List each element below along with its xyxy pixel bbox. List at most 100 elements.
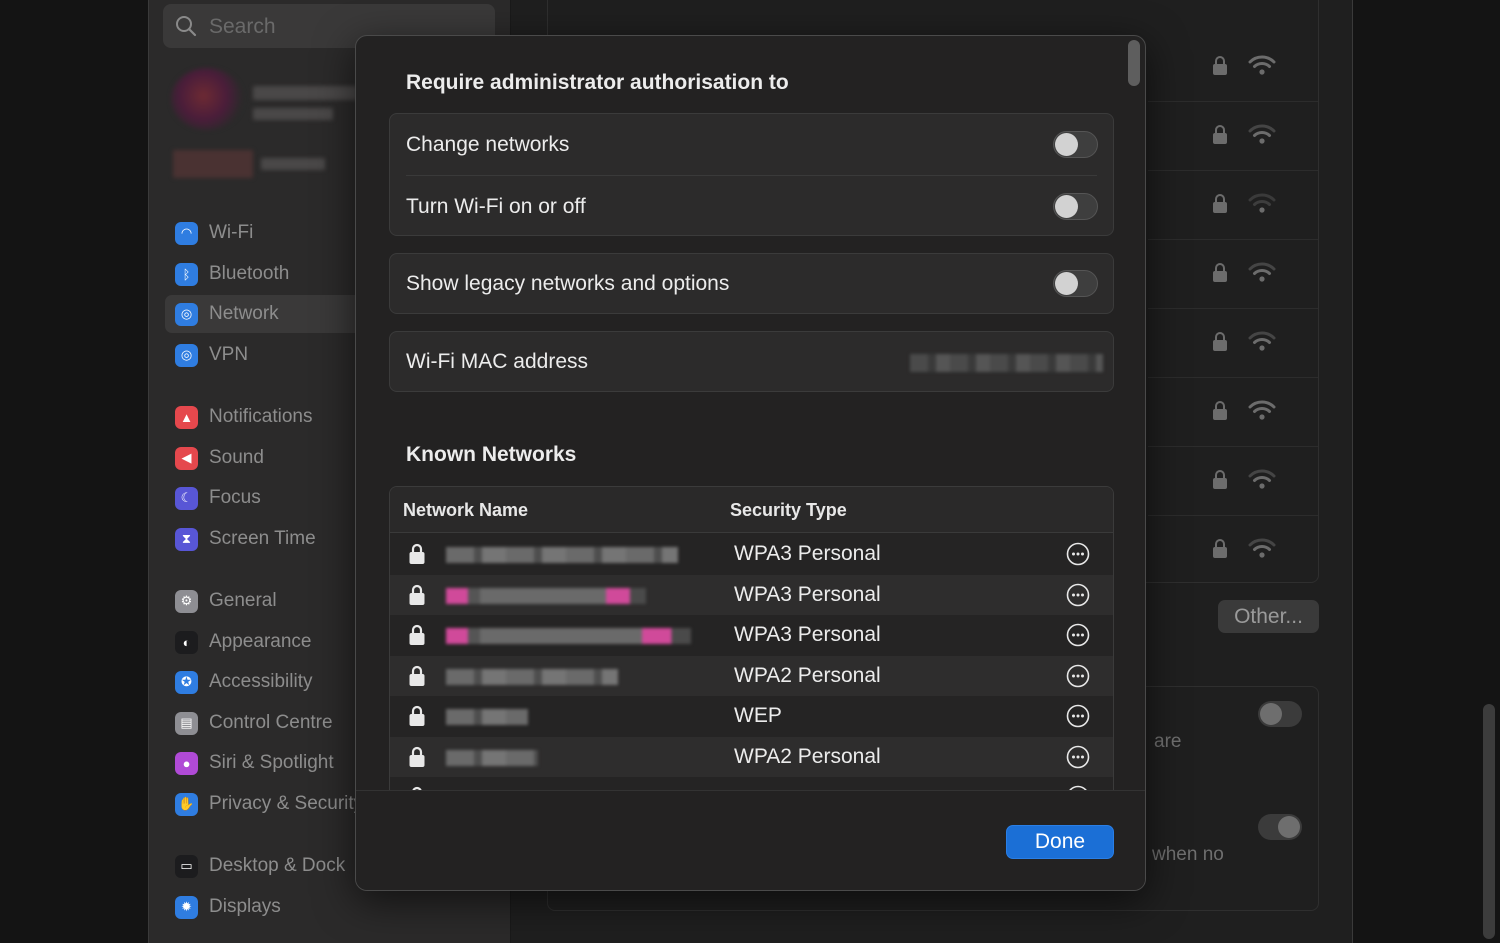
lock-icon [408, 746, 426, 768]
wifi-toggle-row: Turn Wi-Fi on or off [390, 176, 1113, 237]
more-options-icon[interactable] [1066, 542, 1090, 566]
sidebar-item-label: Notifications [209, 406, 313, 427]
divider [1148, 308, 1318, 309]
network-name-redacted [446, 628, 691, 644]
wifi-signal-icon [1248, 261, 1276, 283]
divider [1148, 239, 1318, 240]
lock-icon [1212, 469, 1228, 489]
lock-icon [1212, 262, 1228, 282]
mac-address-redacted [910, 354, 1103, 372]
globe-icon: ◎ [175, 302, 198, 326]
wifi-on-off-label: Turn Wi-Fi on or off [406, 194, 586, 218]
hand-icon: ✋ [175, 792, 198, 816]
divider [1148, 446, 1318, 447]
sidebar-item-label: Focus [209, 487, 261, 508]
known-networks-table: Network Name Security Type WPA3 Personal… [389, 486, 1114, 806]
sidebar-item-label: Bluetooth [209, 263, 290, 284]
legacy-group: Show legacy networks and options [389, 253, 1114, 314]
change-networks-label: Change networks [406, 132, 570, 156]
sheet-title: Require administrator authorisation to [406, 71, 789, 94]
table-header: Network Name Security Type [390, 487, 1113, 533]
siri-icon: ● [175, 751, 198, 775]
search-input[interactable]: Search [209, 15, 276, 39]
sidebar-item-label: Control Centre [209, 712, 333, 733]
table-row[interactable]: WPA2 Personal [390, 736, 1113, 777]
wifi-signal-icon [1248, 537, 1276, 559]
sidebar-item-label: Privacy & Security [209, 793, 364, 814]
avatar[interactable] [171, 68, 243, 130]
sidebar-item-label: Siri & Spotlight [209, 752, 334, 773]
sidebar-item-label: General [209, 590, 277, 611]
table-row[interactable]: WPA2 Personal [390, 655, 1113, 696]
divider [1148, 515, 1318, 516]
network-name-redacted [446, 709, 528, 725]
sheet-scrollbar[interactable] [1128, 40, 1140, 86]
network-name-redacted [446, 547, 678, 563]
security-type: WPA3 Personal [734, 623, 881, 646]
divider [1148, 377, 1318, 378]
legacy-row: Show legacy networks and options [390, 254, 1113, 313]
sidebar-item-displays[interactable]: ✹ Displays [165, 888, 495, 926]
more-options-icon[interactable] [1066, 664, 1090, 688]
network-row-icons [1212, 54, 1276, 76]
wifi-signal-icon [1248, 330, 1276, 352]
known-networks-title: Known Networks [406, 443, 577, 466]
network-name-redacted [446, 587, 646, 604]
bluetooth-icon: ᛒ [175, 262, 198, 286]
column-security-type[interactable]: Security Type [730, 500, 847, 521]
background-toggle-2[interactable] [1258, 814, 1302, 840]
divider [1148, 101, 1318, 102]
done-button[interactable]: Done [1006, 825, 1114, 859]
wifi-signal-icon [1248, 54, 1276, 76]
security-type: WPA3 Personal [734, 542, 881, 565]
more-options-icon[interactable] [1066, 704, 1090, 728]
sun-icon: ✹ [175, 895, 198, 919]
globe-icon: ◎ [175, 343, 198, 367]
column-network-name[interactable]: Network Name [403, 500, 528, 521]
sidebar-item-label: Displays [209, 896, 281, 917]
table-row[interactable]: WPA3 Personal [390, 615, 1113, 655]
network-row-icons [1212, 123, 1276, 145]
sidebar-item-label: VPN [209, 344, 249, 365]
more-options-icon[interactable] [1066, 583, 1090, 607]
advanced-sheet: Require administrator authorisation to C… [355, 35, 1146, 891]
family-icons-redacted [173, 150, 253, 178]
table-row[interactable]: WEP [390, 696, 1113, 736]
sheet-footer: Done [356, 790, 1145, 890]
network-row-icons [1212, 468, 1276, 490]
change-networks-toggle[interactable] [1053, 131, 1098, 158]
family-label-redacted [261, 158, 325, 170]
sidebar-item-label: Sound [209, 447, 264, 468]
wifi-signal-icon [1248, 192, 1276, 214]
speaker-icon: ◀ [175, 446, 198, 470]
more-options-icon[interactable] [1066, 745, 1090, 769]
hourglass-icon: ⧗ [175, 527, 198, 551]
sidebar-item-label: Network [209, 303, 279, 324]
lock-icon [408, 665, 426, 687]
appearance-icon: ◐ [175, 630, 198, 654]
sidebar-item-label: Screen Time [209, 528, 316, 549]
security-type: WPA2 Personal [734, 663, 881, 687]
security-type: WPA2 Personal [734, 744, 881, 768]
more-options-icon[interactable] [1066, 623, 1090, 647]
background-toggle-1[interactable] [1258, 701, 1302, 727]
table-row[interactable]: WPA3 Personal [390, 574, 1113, 615]
auth-group: Change networks Turn Wi-Fi on or off [389, 113, 1114, 236]
legacy-toggle[interactable] [1053, 270, 1098, 297]
lock-icon [408, 543, 426, 565]
sidebar-item-label: Appearance [209, 631, 312, 652]
search-icon [176, 16, 197, 37]
bell-icon: ▲ [175, 405, 198, 429]
wifi-on-off-toggle[interactable] [1053, 193, 1098, 220]
background-text-2: when no [1152, 844, 1224, 865]
other-network-button[interactable]: Other... [1218, 600, 1319, 633]
control-centre-icon: ▤ [175, 711, 198, 735]
table-row[interactable]: WPA3 Personal [390, 534, 1113, 574]
main-scrollbar[interactable] [1483, 704, 1495, 939]
security-type: WEP [734, 704, 782, 727]
lock-icon [1212, 124, 1228, 144]
sidebar-item-label: Accessibility [209, 671, 313, 692]
moon-icon: ☾ [175, 486, 198, 510]
wifi-signal-icon [1248, 399, 1276, 421]
divider [1148, 170, 1318, 171]
